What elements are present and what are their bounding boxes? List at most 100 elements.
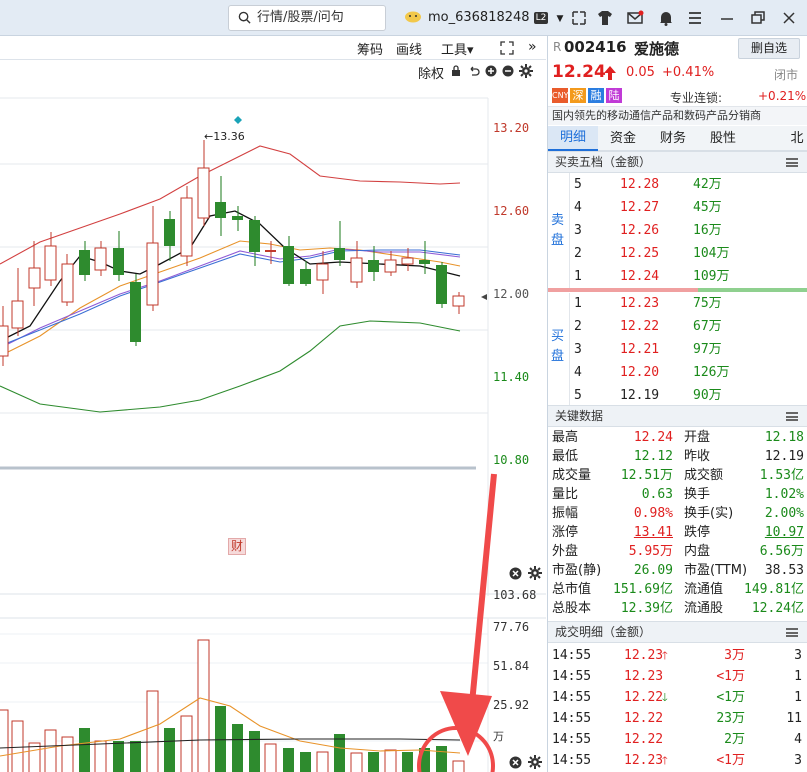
tab-funds[interactable]: 资金 [598,126,648,151]
mail-icon[interactable] [626,9,644,27]
sell-level-row[interactable]: 4 12.27 45万 [548,198,807,217]
keydata-row: 振幅 0.98% 换手(实) 2.00% [548,504,807,523]
expand-icon[interactable] [570,9,588,27]
trade-row: 14:55 12.22 🡓 <1万 1 [548,688,807,707]
key-value: 12.18 [764,430,804,445]
skin-icon[interactable] [596,9,614,27]
tag-shenzhen[interactable]: 深 [570,88,586,103]
minimize-icon[interactable] [718,9,736,27]
undo-icon[interactable] [468,65,480,77]
close-icon[interactable] [780,9,798,27]
tab-stock-nature[interactable]: 股性 [698,126,748,151]
candle [0,306,9,366]
keydata-row: 涨停 13.41 跌停 10.97 [548,523,807,542]
tab-detail[interactable]: 明细 [548,126,598,151]
key-value: 0.63 [641,487,673,502]
zoom-out-icon[interactable] [502,65,514,77]
trade-price: 12.23 [624,753,664,768]
sell-level-row[interactable]: 1 12.24 109万 [548,267,807,286]
candle [130,274,141,346]
key-value: 1.02% [764,487,804,502]
level-price: 12.23 [620,296,660,311]
key-value[interactable]: 13.41 [634,523,673,542]
bell-icon[interactable] [657,9,675,27]
key-label: 流通股 [684,601,724,616]
trade-count: 3 [794,753,802,768]
level-price: 12.28 [620,177,660,192]
trade-price: 12.23 [624,648,664,663]
menu-icon[interactable] [786,412,798,421]
tab-financial[interactable]: 财务 [648,126,698,151]
buy-level-row[interactable]: 3 12.21 97万 [548,340,807,359]
close-panel-icon[interactable] [509,756,522,769]
collapse-icon[interactable]: » [528,39,537,55]
buy-level-row[interactable]: 1 12.23 75万 [548,294,807,313]
close-panel-icon[interactable] [509,567,522,580]
key-value: 151.69亿 [613,582,673,597]
sell-ratio-bar [548,288,698,292]
restore-icon[interactable] [749,9,767,27]
trade-amount: <1万 [716,753,745,768]
tag-margin[interactable]: 融 [588,88,604,103]
draw-button[interactable]: 画线 [396,39,422,58]
tab-north[interactable]: 北 [786,126,807,151]
zoom-in-icon[interactable] [485,65,497,77]
trade-amount: <1万 [716,690,745,705]
level-number: 5 [574,388,582,403]
buy-level-row[interactable]: 4 12.20 126万 [548,363,807,382]
sector-pct: +0.21% [758,89,807,103]
price-change: 0.05 [626,65,655,80]
keydata-row: 量比 0.63 换手 1.02% [548,485,807,504]
lock-icon[interactable] [450,65,462,77]
trade-price: 12.22 [624,711,664,726]
trade-amount: 23万 [716,711,745,726]
buy-level-row[interactable]: 5 12.19 90万 [548,386,807,405]
settings-gear-icon[interactable] [528,755,542,769]
finance-badge[interactable]: 财 [228,538,246,555]
sector-label[interactable]: 专业连锁: [670,89,722,106]
menu-icon[interactable] [686,9,704,27]
candlestick-chart[interactable]: ←13.36 [0,82,546,772]
price-pointer-icon [481,294,487,300]
trade-count: 4 [794,732,802,747]
tag-cny[interactable]: CNY [552,88,568,103]
candle [300,261,311,286]
level-price: 12.27 [620,200,660,215]
search-input[interactable]: 行情/股票/问句 [228,5,386,31]
level-amount: 97万 [693,342,722,357]
buy-level-row[interactable]: 2 12.22 67万 [548,317,807,336]
trade-amount: <1万 [716,669,745,684]
sell-level-row[interactable]: 5 12.28 42万 [548,175,807,194]
chevron-down-icon[interactable]: ▼ [556,14,563,24]
menu-icon[interactable] [786,158,798,167]
keydata-row: 外盘 5.95万 内盘 6.56万 [548,542,807,561]
key-label: 换手 [684,487,711,502]
key-label: 换手(实) [684,506,734,521]
key-value[interactable]: 10.97 [765,523,804,542]
sell-level-row[interactable]: 3 12.26 16万 [548,221,807,240]
key-value: 2.00% [764,506,804,521]
level-amount: 126万 [693,365,730,380]
user-account[interactable]: mo_636818248 L2 ▼ [404,8,563,28]
remove-watchlist-button[interactable]: 删自选 [738,38,800,59]
settings-gear-icon[interactable] [519,64,533,78]
level-price: 12.25 [620,246,660,261]
trade-amount: 2万 [724,732,745,747]
settings-gear-icon[interactable] [528,566,542,580]
key-value: 5.95万 [628,544,673,559]
fuquan-button[interactable]: 除权 [418,63,444,82]
menu-icon[interactable] [786,628,798,637]
key-label: 开盘 [684,430,711,445]
keydata-header: 关键数据 [548,405,807,427]
sell-level-row[interactable]: 2 12.25 104万 [548,244,807,263]
fullscreen-icon[interactable] [500,41,514,55]
market-status: 闭市 [774,68,799,82]
trade-count: 3 [794,648,802,663]
candle [350,241,363,288]
chips-button[interactable]: 筹码 [357,39,383,58]
chart-subbar: 除权 [0,60,546,82]
level-amount: 90万 [693,388,722,403]
tools-button[interactable]: 工具▾ [441,39,474,58]
key-label: 振幅 [552,506,579,521]
tag-connect[interactable]: 陆 [606,88,622,103]
